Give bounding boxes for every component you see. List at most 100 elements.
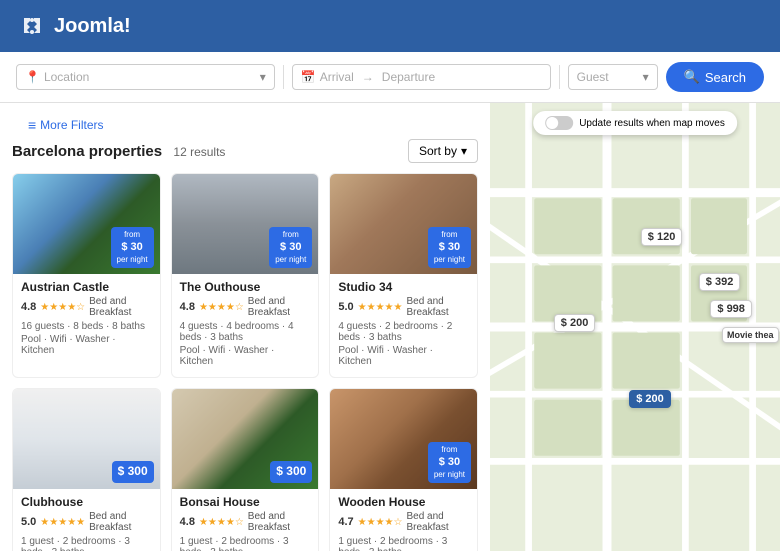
- from-label: from: [275, 230, 306, 240]
- property-type: Bed and Breakfast: [248, 296, 311, 318]
- property-image: $ 300: [172, 389, 319, 489]
- property-name: Bonsai House: [180, 495, 311, 509]
- main-content: ≡ More Filters Barcelona properties 12 r…: [0, 103, 780, 551]
- price-amount: $ 30: [117, 240, 148, 254]
- guest-placeholder: Guest: [577, 70, 609, 84]
- property-info: The Outhouse 4.8 ★★★★☆ Bed and Breakfast…: [172, 274, 319, 377]
- location-field[interactable]: 📍 Location ▾: [16, 64, 275, 90]
- star-half: ☆: [235, 302, 244, 313]
- map-price-200a[interactable]: $ 200: [554, 314, 596, 332]
- property-card-prop5[interactable]: $ 300 Bonsai House 4.8 ★★★★☆ Bed and Bre…: [171, 388, 320, 551]
- property-name: Clubhouse: [21, 495, 152, 509]
- rating-number: 4.8: [180, 516, 195, 528]
- arrow-icon: →: [362, 70, 374, 84]
- sort-label: Sort by: [419, 144, 457, 158]
- price-badge: $ 300: [270, 461, 312, 483]
- location-icon: 📍: [25, 70, 40, 84]
- star-filled: ★: [385, 517, 394, 528]
- property-card-prop1[interactable]: from $ 30 per night Austrian Castle 4.8 …: [12, 173, 161, 378]
- property-type: Bed and Breakfast: [89, 296, 152, 318]
- map-price-392[interactable]: $ 392: [699, 273, 741, 291]
- property-rating: 5.0 ★★★★★ Bed and Breakfast: [338, 296, 469, 318]
- property-card-prop3[interactable]: from $ 30 per night Studio 34 5.0 ★★★★★ …: [329, 173, 478, 378]
- star-filled: ★: [49, 302, 58, 313]
- star-filled: ★: [376, 302, 385, 313]
- header: Joomla!: [0, 0, 780, 52]
- property-info: Bonsai House 4.8 ★★★★☆ Bed and Breakfast…: [172, 489, 319, 551]
- toggle-knob: [546, 117, 558, 129]
- star-filled: ★: [67, 302, 76, 313]
- star-filled: ★: [40, 517, 49, 528]
- star-half: ☆: [394, 517, 403, 528]
- property-rating: 4.8 ★★★★☆ Bed and Breakfast: [180, 296, 311, 318]
- price-amount: $ 300: [276, 464, 306, 480]
- guest-field[interactable]: Guest ▾: [568, 64, 658, 90]
- stars-display: ★★★★☆: [40, 302, 85, 313]
- divider1: [283, 65, 284, 89]
- property-name: The Outhouse: [180, 280, 311, 294]
- star-filled: ★: [217, 517, 226, 528]
- property-image: from $ 30 per night: [172, 174, 319, 274]
- from-label: from: [434, 445, 465, 455]
- location-placeholder: Location: [44, 70, 89, 84]
- star-filled: ★: [385, 302, 394, 313]
- star-filled: ★: [76, 517, 85, 528]
- joomla-icon: [16, 10, 48, 42]
- star-filled: ★: [367, 302, 376, 313]
- property-card-prop4[interactable]: $ 300 Clubhouse 5.0 ★★★★★ Bed and Breakf…: [12, 388, 161, 551]
- property-name: Wooden House: [338, 495, 469, 509]
- property-rating: 5.0 ★★★★★ Bed and Breakfast: [21, 511, 152, 533]
- more-filters-button[interactable]: ≡ More Filters: [12, 111, 478, 139]
- toggle-switch[interactable]: [545, 116, 573, 130]
- map-toggle[interactable]: Update results when map moves: [533, 111, 737, 135]
- panel-title-area: Barcelona properties 12 results: [12, 143, 225, 160]
- map-price-movie[interactable]: Movie thea: [722, 327, 779, 343]
- arrival-field[interactable]: 📅 Arrival → Departure: [292, 64, 551, 90]
- price-badge: from $ 30 per night: [111, 227, 154, 268]
- per-night-label: per night: [434, 470, 465, 480]
- property-type: Bed and Breakfast: [406, 296, 469, 318]
- star-half: ☆: [235, 517, 244, 528]
- price-amount: $ 30: [434, 240, 465, 254]
- per-night-label: per night: [275, 255, 306, 265]
- guest-chevron-icon: ▾: [643, 70, 649, 84]
- filter-icon: ≡: [28, 117, 36, 133]
- search-button[interactable]: 🔍 Search: [666, 62, 764, 92]
- price-badge: from $ 30 per night: [269, 227, 312, 268]
- property-rating: 4.8 ★★★★☆ Bed and Breakfast: [180, 511, 311, 533]
- price-amount: $ 30: [434, 455, 465, 469]
- property-name: Austrian Castle: [21, 280, 152, 294]
- logo-text: Joomla!: [54, 15, 131, 38]
- map-price-120[interactable]: $ 120: [641, 228, 683, 246]
- star-filled: ★: [226, 302, 235, 313]
- panel-header: Barcelona properties 12 results Sort by …: [12, 139, 478, 163]
- property-type: Bed and Breakfast: [89, 511, 152, 533]
- calendar-icon: 📅: [301, 70, 316, 84]
- property-image: from $ 30 per night: [330, 174, 477, 274]
- property-type: Bed and Breakfast: [248, 511, 311, 533]
- map-price-200b[interactable]: $ 200: [629, 390, 671, 408]
- map-toggle-label: Update results when map moves: [579, 118, 725, 129]
- arrival-placeholder: Arrival: [320, 70, 354, 84]
- property-info: Wooden House 4.7 ★★★★☆ Bed and Breakfast…: [330, 489, 477, 551]
- property-image: from $ 30 per night: [13, 174, 160, 274]
- property-info: Austrian Castle 4.8 ★★★★☆ Bed and Breakf…: [13, 274, 160, 366]
- sort-button[interactable]: Sort by ▾: [408, 139, 478, 163]
- map-panel: Update results when map moves $ 120 $ 39…: [490, 103, 780, 551]
- stars-display: ★★★★☆: [199, 302, 244, 313]
- property-details: 4 guests · 2 bedrooms · 2 beds · 3 baths: [338, 321, 469, 343]
- property-card-prop2[interactable]: from $ 30 per night The Outhouse 4.8 ★★★…: [171, 173, 320, 378]
- star-filled: ★: [358, 302, 367, 313]
- property-details: 1 guest · 2 bedrooms · 3 beds · 3 baths: [338, 536, 469, 551]
- more-filters-label: More Filters: [40, 118, 103, 132]
- map-price-998[interactable]: $ 998: [710, 300, 752, 318]
- star-filled: ★: [40, 302, 49, 313]
- property-card-prop6[interactable]: from $ 30 per night Wooden House 4.7 ★★★…: [329, 388, 478, 551]
- star-filled: ★: [367, 517, 376, 528]
- property-image: $ 300: [13, 389, 160, 489]
- price-amount: $ 300: [118, 464, 148, 480]
- property-amenities: Pool · Wifi · Washer · Kitchen: [21, 334, 152, 356]
- property-details: 4 guests · 4 bedrooms · 4 beds · 3 baths: [180, 321, 311, 343]
- star-filled: ★: [394, 302, 403, 313]
- star-half: ☆: [76, 302, 85, 313]
